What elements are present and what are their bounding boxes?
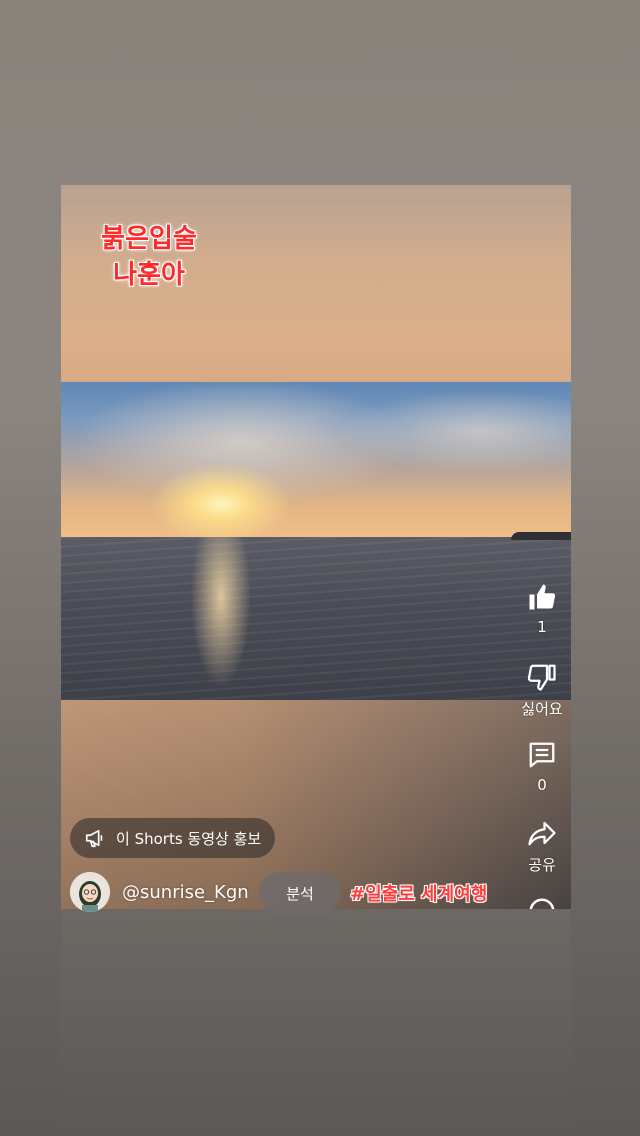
like-count: 1 <box>537 618 547 636</box>
share-button[interactable]: 공유 <box>512 818 572 875</box>
video-overlay-title: 붉은입술 나훈아 <box>89 221 209 293</box>
remix-button[interactable] <box>512 896 572 909</box>
video-horizon-land <box>511 532 571 540</box>
overlay-title-line-1: 붉은입술 <box>101 224 197 254</box>
remix-icon <box>529 898 555 909</box>
promote-label: 이 Shorts 동영상 홍보 <box>116 829 262 848</box>
comment-icon <box>529 742 555 768</box>
comments-count: 0 <box>537 776 547 794</box>
megaphone-icon <box>85 829 103 848</box>
page-background-bottom <box>61 909 571 1136</box>
video-sea <box>61 537 571 700</box>
hashtag-link[interactable]: #일출로 세계여행 <box>350 880 487 906</box>
channel-handle[interactable]: @sunrise_Kgn <box>122 882 249 903</box>
dislike-button[interactable]: 싫어요 <box>512 662 572 719</box>
overlay-title-line-2: 나훈아 <box>113 260 185 290</box>
thumbs-down-icon <box>527 664 556 691</box>
dislike-label: 싫어요 <box>521 700 563 718</box>
thumbs-up-icon <box>529 584 556 610</box>
channel-avatar[interactable] <box>70 872 110 912</box>
like-button[interactable]: 1 <box>512 582 572 636</box>
comments-button[interactable]: 0 <box>512 740 572 794</box>
share-icon <box>528 821 556 846</box>
shorts-video-frame[interactable]: 붉은입술 나훈아 <box>61 185 571 909</box>
share-label: 공유 <box>528 856 556 874</box>
avatar-illustration <box>70 872 110 912</box>
analysis-button[interactable]: 분석 <box>259 872 341 914</box>
sunrise-video <box>61 382 571 700</box>
promote-shorts-button[interactable]: 이 Shorts 동영상 홍보 <box>70 818 276 858</box>
video-sky <box>61 382 571 540</box>
